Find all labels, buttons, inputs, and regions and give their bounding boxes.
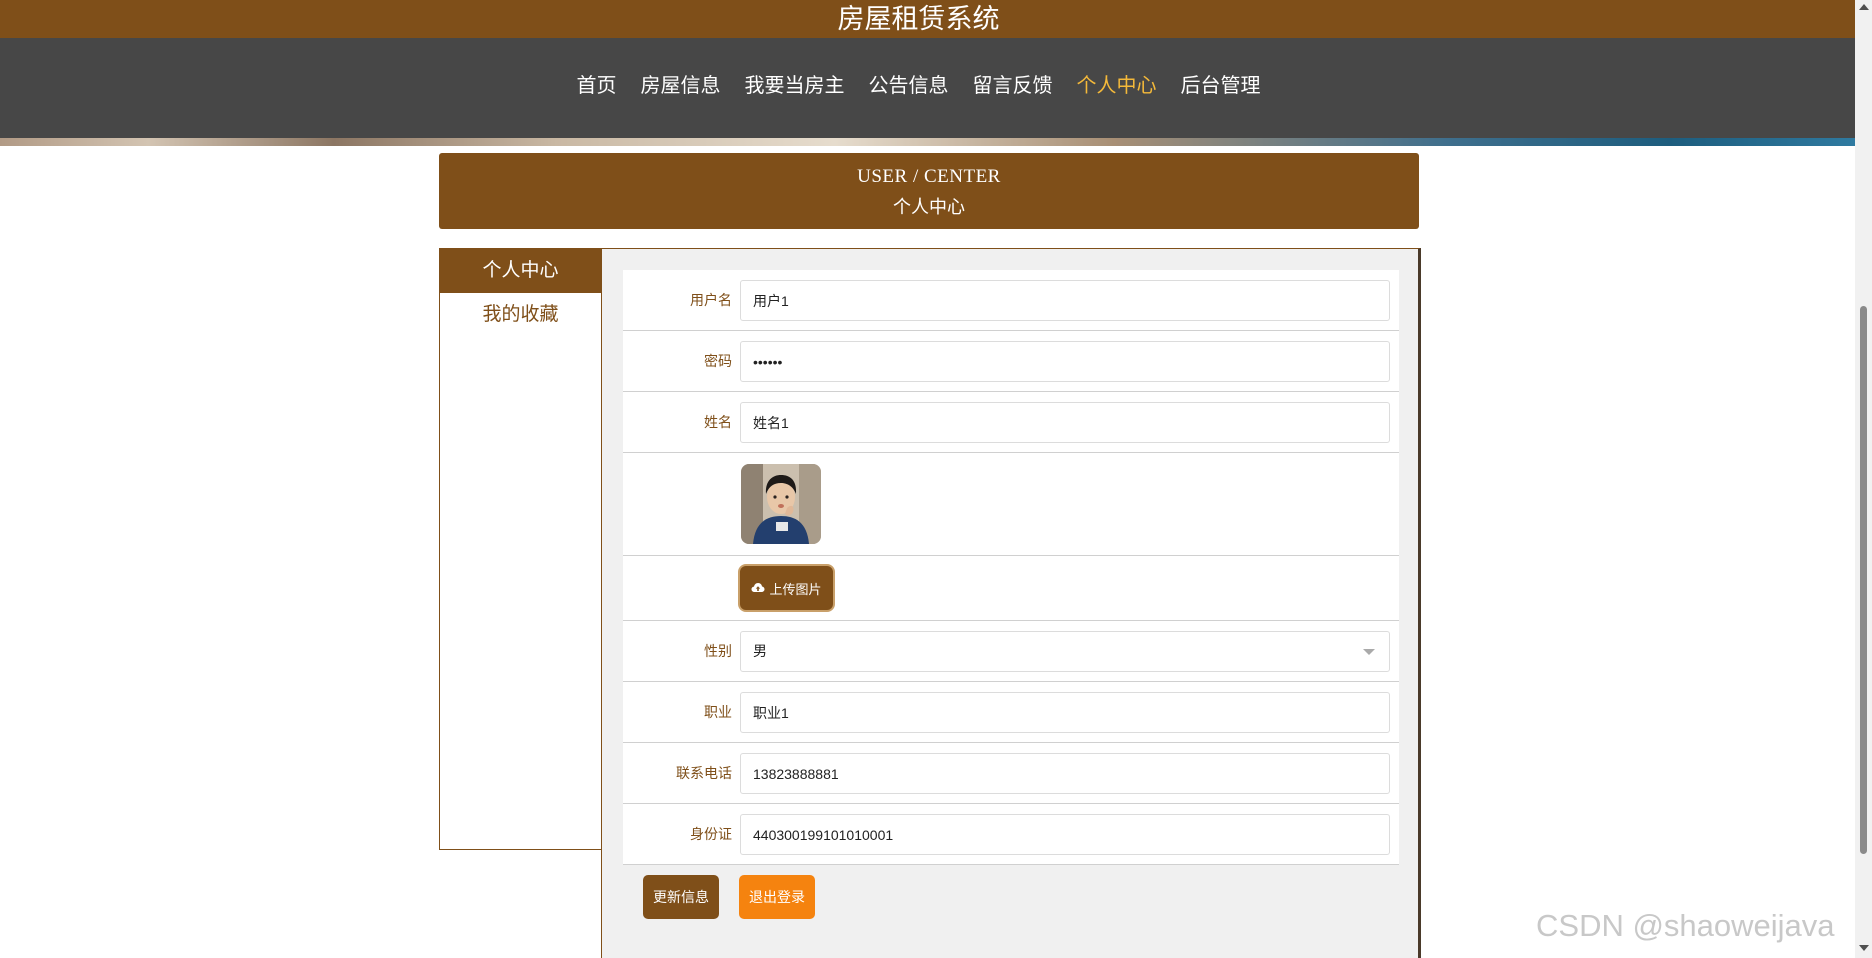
form-row-avatar bbox=[623, 453, 1399, 556]
section-title-cn: 个人中心 bbox=[893, 197, 965, 217]
nav-item-announcements[interactable]: 公告信息 bbox=[860, 68, 958, 104]
id-card-input[interactable] bbox=[740, 814, 1390, 855]
sidebar-item-favorites[interactable]: 我的收藏 bbox=[440, 293, 601, 337]
update-info-button[interactable]: 更新信息 bbox=[643, 875, 719, 919]
id-card-label: 身份证 bbox=[690, 826, 732, 842]
gender-selected-value: 男 bbox=[753, 643, 767, 659]
user-photo-icon bbox=[741, 464, 821, 544]
form-row-upload: 上传图片 bbox=[623, 556, 1399, 621]
password-label: 密码 bbox=[704, 353, 732, 369]
phone-input[interactable] bbox=[740, 753, 1390, 794]
main-nav: 首页 房屋信息 我要当房主 公告信息 留言反馈 个人中心 后台管理 bbox=[0, 38, 1855, 138]
site-title: 房屋租赁系统 bbox=[837, 4, 1000, 34]
gender-label: 性别 bbox=[704, 643, 732, 659]
form-row-phone: 联系电话 bbox=[623, 743, 1399, 804]
name-input[interactable] bbox=[740, 402, 1390, 443]
profile-form: 用户名 密码 姓名 bbox=[623, 270, 1399, 865]
nav-item-house-info[interactable]: 房屋信息 bbox=[632, 68, 730, 104]
nav-item-feedback[interactable]: 留言反馈 bbox=[964, 68, 1062, 104]
sidebar: 个人中心 我的收藏 bbox=[439, 248, 602, 850]
form-row-username: 用户名 bbox=[623, 270, 1399, 331]
page-scrollbar[interactable] bbox=[1855, 0, 1872, 958]
upload-image-label: 上传图片 bbox=[769, 581, 822, 597]
form-row-password: 密码 bbox=[623, 331, 1399, 392]
username-label: 用户名 bbox=[690, 292, 732, 308]
form-row-name: 姓名 bbox=[623, 392, 1399, 453]
scroll-down-arrow-icon[interactable] bbox=[1859, 945, 1869, 951]
username-input[interactable] bbox=[740, 280, 1390, 321]
occupation-label: 职业 bbox=[704, 704, 732, 720]
nav-item-home[interactable]: 首页 bbox=[568, 68, 626, 104]
scroll-up-arrow-icon[interactable] bbox=[1859, 4, 1869, 10]
password-input[interactable] bbox=[740, 341, 1390, 382]
section-header: USER / CENTER 个人中心 bbox=[439, 153, 1419, 229]
name-label: 姓名 bbox=[704, 414, 732, 430]
banner-image-strip bbox=[0, 138, 1855, 146]
phone-label: 联系电话 bbox=[676, 765, 732, 781]
form-row-occupation: 职业 bbox=[623, 682, 1399, 743]
chevron-down-icon bbox=[1363, 649, 1375, 655]
gender-select[interactable]: 男 bbox=[740, 631, 1390, 672]
nav-item-personal-center[interactable]: 个人中心 bbox=[1068, 68, 1166, 104]
content-panel: 用户名 密码 姓名 bbox=[601, 248, 1421, 958]
form-row-id-card: 身份证 bbox=[623, 804, 1399, 865]
form-row-gender: 性别 男 bbox=[623, 621, 1399, 682]
cloud-upload-icon bbox=[751, 583, 765, 592]
nav-item-become-landlord[interactable]: 我要当房主 bbox=[736, 68, 854, 104]
nav-item-admin[interactable]: 后台管理 bbox=[1172, 68, 1270, 104]
occupation-input[interactable] bbox=[740, 692, 1390, 733]
scrollbar-thumb[interactable] bbox=[1860, 306, 1867, 854]
sidebar-item-personal-center[interactable]: 个人中心 bbox=[440, 249, 601, 293]
logout-button[interactable]: 退出登录 bbox=[739, 875, 815, 919]
watermark: CSDN @shaoweijava bbox=[1536, 908, 1835, 943]
form-actions: 更新信息 退出登录 bbox=[643, 875, 815, 919]
avatar[interactable] bbox=[741, 464, 821, 544]
site-header: 房屋租赁系统 bbox=[0, 0, 1855, 38]
upload-image-button[interactable]: 上传图片 bbox=[740, 566, 833, 610]
section-title-en: USER / CENTER bbox=[857, 166, 1001, 187]
nav-items: 首页 房屋信息 我要当房主 公告信息 留言反馈 个人中心 后台管理 bbox=[0, 68, 1837, 104]
